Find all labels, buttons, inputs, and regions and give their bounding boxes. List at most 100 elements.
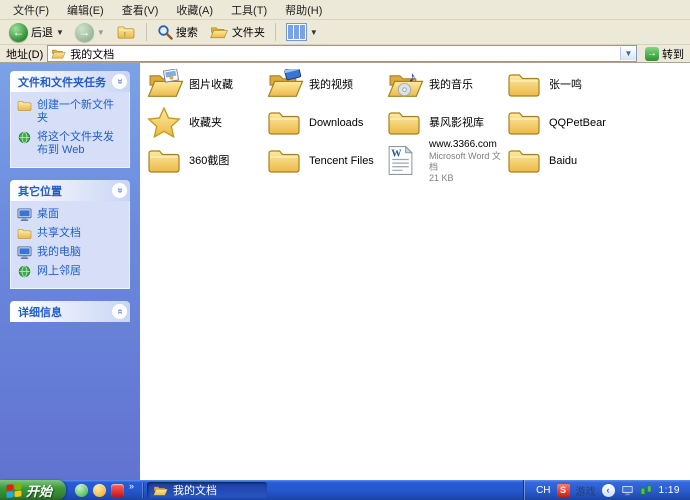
toolbar: ← 后退 ▼ → ▼ ↑ 搜索 文件夹 ▼: [0, 20, 690, 45]
sidebar-item-new-folder[interactable]: 创建一个新文件夹: [17, 99, 124, 125]
forward-button[interactable]: → ▼: [70, 21, 110, 44]
menu-view[interactable]: 查看(V): [113, 0, 168, 20]
sogou-ime-icon[interactable]: S: [556, 483, 570, 497]
file-tile-downloads[interactable]: Downloads: [265, 104, 385, 142]
content-area: 文件和文件夹任务 « 创建一个新文件夹 将这个文件夹发布到 Web 其它位置 «…: [0, 63, 690, 480]
system-tray: CH S 游戏 ‹ 1:19: [523, 480, 690, 500]
menu-help[interactable]: 帮助(H): [276, 0, 331, 20]
tray-clock[interactable]: 1:19: [659, 485, 680, 496]
windows-logo-icon: [6, 483, 22, 498]
file-tile-360screenshot[interactable]: 360截图: [145, 142, 265, 180]
address-dropdown-icon[interactable]: ▼: [620, 47, 636, 60]
file-tile-baidu[interactable]: Baidu: [505, 142, 625, 180]
sidebar-item-my-computer[interactable]: 我的电脑: [17, 246, 124, 259]
panel-details-header[interactable]: 详细信息 «: [10, 301, 130, 322]
collapse-chevron-icon[interactable]: «: [112, 74, 127, 89]
svg-text:↑: ↑: [123, 29, 127, 39]
quicklaunch-orange-icon[interactable]: [93, 483, 107, 497]
word-document-icon: [387, 145, 414, 176]
task-button-label: 我的文档: [173, 485, 218, 497]
file-label: 360截图: [189, 155, 230, 167]
toolbar-separator: [274, 23, 276, 41]
folders-label: 文件夹: [231, 27, 265, 39]
file-tile-tencent-files[interactable]: Tencent Files: [265, 142, 385, 180]
folder-icon: [387, 107, 421, 138]
sidebar-item-label: 网上邻居: [37, 265, 81, 277]
menu-favorites[interactable]: 收藏(A): [167, 0, 222, 20]
sidebar-item-label: 我的电脑: [37, 246, 81, 258]
network-tray-icon[interactable]: [640, 484, 653, 496]
my-computer-icon: [17, 246, 32, 259]
toolbar-separator: [145, 23, 147, 41]
folders-button[interactable]: 文件夹: [204, 22, 270, 42]
sidebar-item-network-places[interactable]: 网上邻居: [17, 265, 124, 278]
taskbar: 开始 » 我的文档 CH S 游戏 ‹ 1:19: [0, 480, 690, 500]
panel-file-folder-tasks-header[interactable]: 文件和文件夹任务 «: [10, 71, 130, 92]
quicklaunch-overflow-icon[interactable]: »: [129, 480, 134, 491]
folder-icon: [267, 107, 301, 138]
back-button[interactable]: ← 后退 ▼: [4, 21, 69, 44]
folder-icon: [507, 145, 541, 176]
menu-edit[interactable]: 编辑(E): [58, 0, 113, 20]
sidebar-item-desktop[interactable]: 桌面: [17, 208, 124, 221]
panel-title: 其它位置: [18, 185, 62, 198]
new-folder-icon: [17, 99, 32, 112]
address-input[interactable]: 我的文档 ▼: [47, 45, 637, 62]
folder-open-pictures-icon: [147, 68, 184, 100]
sidebar-item-label: 桌面: [37, 208, 59, 220]
expand-chevron-icon[interactable]: «: [112, 304, 127, 319]
sidebar-item-publish-web[interactable]: 将这个文件夹发布到 Web: [17, 131, 124, 157]
views-dropdown-icon: ▼: [309, 27, 318, 37]
menu-file[interactable]: 文件(F): [4, 0, 58, 20]
file-label: Tencent Files: [309, 155, 374, 167]
panel-body: 桌面 共享文档 我的电脑 网上邻居: [10, 201, 130, 289]
folder-icon: [507, 107, 541, 138]
forward-dropdown-icon: ▼: [96, 27, 105, 37]
file-tile-pictures[interactable]: 图片收藏: [145, 66, 265, 104]
file-label: QQPetBear: [549, 117, 606, 129]
panel-other-places-header[interactable]: 其它位置 «: [10, 180, 130, 201]
language-indicator[interactable]: CH: [536, 485, 550, 496]
display-tray-icon[interactable]: [621, 485, 634, 496]
file-tile-zhangyiming[interactable]: 张一鸣: [505, 66, 625, 104]
start-button[interactable]: 开始: [0, 480, 67, 500]
go-arrow-icon: →: [645, 46, 659, 61]
taskbar-button-my-documents[interactable]: 我的文档: [147, 482, 268, 498]
sidebar-item-label: 将这个文件夹发布到 Web: [37, 131, 114, 156]
file-tile-music[interactable]: ♪ 我的音乐: [385, 66, 505, 104]
go-button[interactable]: → 转到: [641, 46, 688, 62]
folder-icon: [507, 69, 541, 100]
file-list-area: 图片收藏 我的视频 ♪ 我的音乐 张一鸣 收藏夹 Downloads 暴风影视库…: [140, 63, 690, 480]
file-tile-baofeng[interactable]: 暴风影视库: [385, 104, 505, 142]
quick-launch-bar: »: [66, 480, 141, 500]
quicklaunch-red-icon[interactable]: [111, 483, 125, 497]
file-tile-word-document[interactable]: www.3366.com Microsoft Word 文档 21 KB: [385, 139, 505, 183]
sidebar-item-label: 共享文档: [37, 227, 81, 239]
views-button[interactable]: ▼: [281, 21, 323, 43]
quicklaunch-green-icon[interactable]: [75, 483, 89, 497]
forward-icon: →: [74, 22, 94, 42]
file-tile-qqpetbear[interactable]: QQPetBear: [505, 104, 625, 142]
hide-icons-chevron-icon[interactable]: ‹: [601, 483, 615, 497]
back-dropdown-icon[interactable]: ▼: [56, 28, 64, 37]
file-tile-favorites[interactable]: 收藏夹: [145, 104, 265, 142]
collapse-chevron-icon[interactable]: «: [112, 183, 127, 198]
menu-tools[interactable]: 工具(T): [222, 0, 276, 20]
publish-web-icon: [17, 131, 32, 144]
file-label: 收藏夹: [189, 117, 222, 129]
menu-bar: 文件(F) 编辑(E) 查看(V) 收藏(A) 工具(T) 帮助(H): [0, 0, 690, 20]
svg-text:♪: ♪: [409, 69, 416, 85]
explorer-window: 文件(F) 编辑(E) 查看(V) 收藏(A) 工具(T) 帮助(H) ← 后退…: [0, 0, 690, 480]
panel-title: 文件和文件夹任务: [18, 76, 106, 89]
address-label: 地址(D): [6, 48, 44, 61]
desktop-icon: [17, 208, 32, 221]
taskbar-divider: [142, 482, 144, 498]
start-label: 开始: [26, 483, 53, 499]
file-tile-videos[interactable]: 我的视频: [265, 66, 385, 104]
file-size-text: 21 KB: [429, 172, 454, 183]
search-button[interactable]: 搜索: [152, 22, 203, 42]
sidebar-item-shared-documents[interactable]: 共享文档: [17, 227, 124, 240]
up-button[interactable]: ↑: [111, 22, 141, 42]
search-label: 搜索: [175, 27, 198, 39]
folder-open-music-icon: ♪: [387, 69, 424, 100]
